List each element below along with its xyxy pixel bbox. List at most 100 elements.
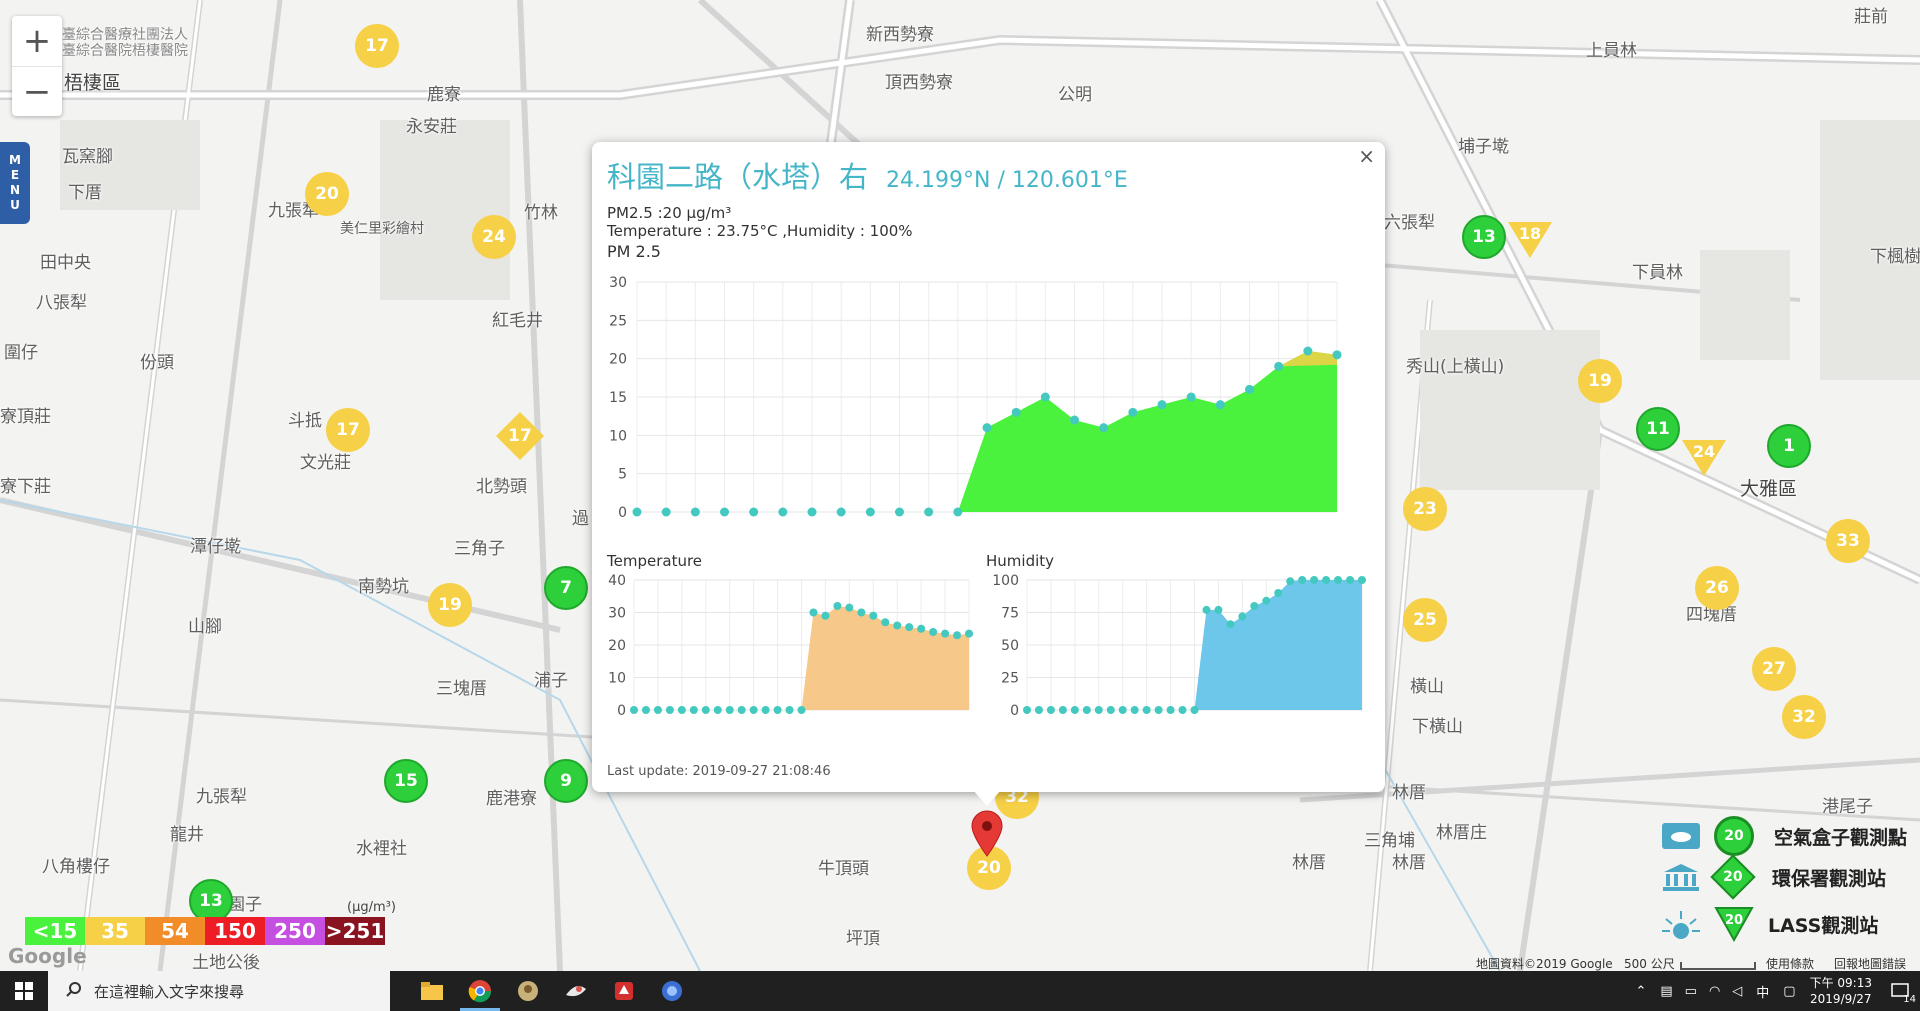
map-place-label: 斗抵 <box>288 411 322 431</box>
data-point <box>1262 596 1271 605</box>
airbox-marker[interactable]: 1 <box>1767 424 1811 468</box>
lass-station-marker[interactable]: 18 <box>1508 222 1552 258</box>
airbox-icon <box>1662 823 1700 849</box>
app-icon[interactable] <box>552 971 600 1011</box>
pm25-data-point <box>1070 415 1079 425</box>
data-point <box>630 706 638 714</box>
airbox-marker[interactable]: 9 <box>544 759 588 803</box>
search-icon <box>60 981 88 1001</box>
pm25-data-point <box>749 507 759 517</box>
pm25-data-point <box>632 507 642 517</box>
data-point <box>773 706 782 714</box>
data-point <box>701 706 710 714</box>
wifi-icon[interactable]: ◠ <box>1709 984 1720 999</box>
airbox-marker[interactable]: 20 <box>305 172 349 216</box>
map-scale-bar <box>1680 962 1756 970</box>
map-place-label: 潭仔墘 <box>190 537 241 557</box>
start-button[interactable] <box>0 971 48 1011</box>
airbox-marker[interactable]: 19 <box>428 583 472 627</box>
terms-link[interactable]: 使用條款 <box>1766 955 1814 971</box>
y-tick-label: 75 <box>1001 606 1019 622</box>
temperature-chart-label: Temperature <box>607 552 703 570</box>
map-place-label: 鹿寮 <box>427 85 461 105</box>
airbox-marker[interactable]: 19 <box>1578 359 1622 403</box>
clock[interactable]: 下午 09:13 2019/9/27 <box>1810 975 1872 1007</box>
sun-rays-icon <box>1662 911 1700 939</box>
battery-icon[interactable]: ▭ <box>1685 984 1697 999</box>
map-place-label: 紅毛井 <box>492 311 543 331</box>
data-point <box>929 628 938 636</box>
data-point <box>797 706 806 714</box>
search-placeholder: 在這裡輸入文字來搜尋 <box>94 982 245 1001</box>
airbox-marker[interactable]: 11 <box>1636 407 1680 451</box>
data-point <box>1023 706 1031 714</box>
file-explorer-icon[interactable] <box>408 971 456 1011</box>
airbox-marker[interactable]: 26 <box>1695 566 1739 610</box>
app-icon[interactable] <box>504 971 552 1011</box>
data-point <box>1238 612 1247 621</box>
scale-item: 35 <box>85 917 145 945</box>
app-icon[interactable] <box>600 971 648 1011</box>
app-icon[interactable] <box>648 971 696 1011</box>
notification-center-icon[interactable]: 14 <box>1880 971 1920 1011</box>
data-area <box>1194 580 1362 710</box>
pm25-area <box>957 351 1337 512</box>
map-place-label: 坪頂 <box>846 929 880 949</box>
pm25-data-point <box>1099 423 1109 433</box>
report-error-link[interactable]: 回報地圖錯誤 <box>1834 955 1906 971</box>
taskbar-search[interactable]: 在這裡輸入文字來搜尋 <box>48 971 390 1011</box>
map-place-label: 牛頂頭 <box>818 859 869 879</box>
data-point <box>845 603 854 612</box>
map-place-label: 三塊厝 <box>436 679 487 699</box>
data-point <box>1214 605 1223 614</box>
pm25-data-point <box>1186 392 1196 402</box>
airbox-marker[interactable]: 13 <box>1462 215 1506 259</box>
data-point <box>665 706 674 714</box>
airbox-marker[interactable]: 33 <box>1826 519 1870 563</box>
map-place-label: 下楓樹 <box>1870 247 1920 267</box>
pm25-data-point <box>865 507 875 517</box>
data-point <box>1334 576 1343 584</box>
pm25-data-point <box>1011 407 1021 417</box>
google-logo: Google <box>8 944 87 968</box>
airbox-marker[interactable]: 32 <box>1782 695 1826 739</box>
chevron-up-icon[interactable]: ⌃ <box>1635 984 1646 999</box>
ime-indicator[interactable]: 中 <box>1756 982 1769 1001</box>
pm25-data-point <box>953 507 963 517</box>
lass-station-marker[interactable]: 24 <box>1682 440 1726 476</box>
chrome-icon[interactable] <box>456 971 504 1011</box>
map-place-label: 美仁里彩繪村 <box>340 221 424 237</box>
data-point <box>1166 706 1175 714</box>
airbox-marker[interactable]: 27 <box>1752 647 1796 691</box>
map-place-label: 上員林 <box>1586 41 1637 61</box>
menu-button[interactable]: M E N U <box>0 142 30 224</box>
data-point <box>761 706 770 714</box>
map-place-label: 下員林 <box>1632 263 1683 283</box>
data-point <box>893 621 902 630</box>
y-tick-label: 30 <box>608 606 626 622</box>
y-tick-label: 20 <box>608 638 626 654</box>
data-point <box>653 706 662 714</box>
airbox-marker[interactable]: 17 <box>355 24 399 68</box>
data-point <box>905 623 914 632</box>
location-pin-icon[interactable] <box>970 810 1004 858</box>
input-mode-icon[interactable]: ▢ <box>1783 984 1795 999</box>
airbox-marker[interactable]: 23 <box>1403 487 1447 531</box>
data-point <box>785 706 794 714</box>
airbox-marker[interactable]: 25 <box>1403 598 1447 642</box>
map-place-label: 林厝 <box>1392 853 1426 873</box>
airbox-marker[interactable]: 24 <box>472 215 516 259</box>
airbox-marker[interactable]: 7 <box>544 566 588 610</box>
close-icon[interactable]: × <box>1358 144 1375 168</box>
pm25-data-point <box>720 507 729 517</box>
zoom-out-button[interactable]: − <box>12 67 62 117</box>
pm25-data-point <box>1040 392 1050 402</box>
map-data-attribution: 地圖資料©2019 Google <box>1476 957 1613 971</box>
volume-icon[interactable]: ◁ <box>1732 984 1742 999</box>
airbox-marker[interactable]: 15 <box>384 759 428 803</box>
network-icon[interactable]: ▤ <box>1660 984 1672 999</box>
pm25-data-point <box>1274 361 1284 371</box>
zoom-in-button[interactable]: + <box>12 16 62 67</box>
data-point <box>1046 706 1055 714</box>
airbox-marker[interactable]: 17 <box>326 408 370 452</box>
